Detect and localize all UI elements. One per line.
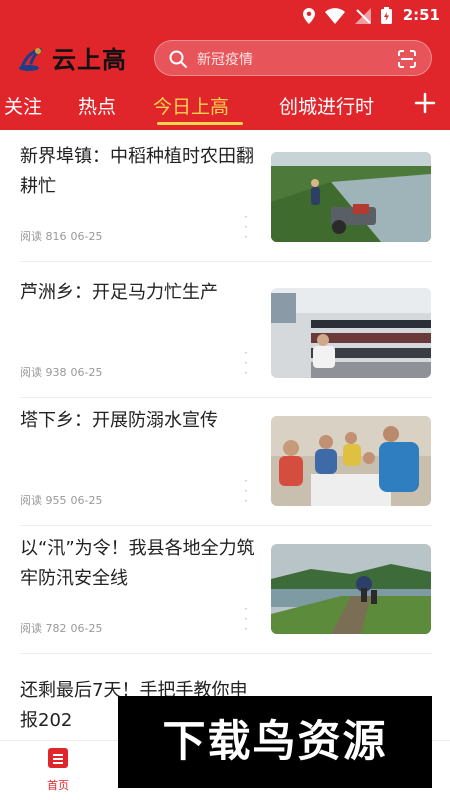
publish-date: 06-25	[70, 622, 103, 635]
read-count: 阅读 955	[20, 494, 67, 507]
article-title: 芦洲乡：开足马力忙生产	[20, 282, 218, 303]
publish-date: 06-25	[70, 366, 103, 379]
add-tab-icon[interactable]	[414, 92, 436, 114]
list-item[interactable]: 新界埠镇：中稻种植时农田翻耕忙 阅读 816 06-25 · · ·	[20, 130, 432, 262]
publish-date: 06-25	[70, 230, 103, 243]
read-count: 阅读 938	[20, 366, 67, 379]
article-title: 以“汛”为令！我县各地全力筑牢防汛安全线	[20, 538, 255, 589]
list-item[interactable]: 以“汛”为令！我县各地全力筑牢防汛安全线 阅读 782 06-25 · · ·	[20, 522, 432, 654]
article-meta: 阅读 816 06-25	[20, 228, 102, 244]
article-title: 新界埠镇：中稻种植时农田翻耕忙	[20, 146, 254, 197]
list-divider	[20, 261, 432, 262]
search-icon	[169, 50, 187, 68]
wifi-icon	[325, 7, 345, 24]
scan-icon[interactable]	[397, 49, 417, 69]
article-meta: 阅读 938 06-25	[20, 364, 102, 380]
tab-follow[interactable]: 关注	[4, 92, 42, 119]
article-title: 塔下乡：开展防溺水宣传	[20, 410, 218, 431]
search-bar[interactable]: 新冠疫情	[154, 40, 432, 76]
article-thumbnail	[271, 288, 431, 378]
search-placeholder: 新冠疫情	[197, 52, 253, 68]
article-meta: 阅读 782 06-25	[20, 620, 102, 636]
active-tab-indicator	[157, 122, 243, 125]
logo-icon	[19, 47, 42, 71]
article-thumbnail	[271, 416, 431, 506]
article-thumbnail	[271, 152, 431, 242]
more-options-icon[interactable]: · · ·	[244, 603, 248, 635]
tab-civilized-city[interactable]: 创城进行时	[279, 92, 374, 119]
tab-hot[interactable]: 热点	[78, 92, 116, 119]
more-options-icon[interactable]: · · ·	[244, 211, 248, 243]
more-options-icon[interactable]: · · ·	[244, 475, 248, 507]
nav-home[interactable]: 首页	[40, 747, 76, 793]
nav-home-label: 首页	[47, 779, 69, 792]
app-name: 云上高	[52, 46, 127, 74]
battery-icon	[381, 7, 392, 24]
list-divider	[20, 653, 432, 654]
app-header: 2:51 云上高 新冠疫情 关注 热点 今日上高 创城进行时	[0, 0, 450, 130]
home-icon	[48, 748, 68, 768]
article-thumbnail	[271, 544, 431, 634]
read-count: 阅读 782	[20, 622, 67, 635]
list-item[interactable]: 塔下乡：开展防溺水宣传 阅读 955 06-25 · · ·	[20, 394, 432, 526]
status-bar: 2:51	[0, 0, 450, 32]
tab-today-shanggao[interactable]: 今日上高	[153, 92, 229, 119]
location-icon	[303, 7, 315, 24]
read-count: 阅读 816	[20, 230, 67, 243]
more-options-icon[interactable]: · · ·	[244, 347, 248, 379]
app-logo: 云上高	[16, 40, 127, 75]
watermark-overlay: 下载鸟资源	[118, 696, 432, 788]
signal-off-icon	[355, 7, 371, 24]
news-list: 新界埠镇：中稻种植时农田翻耕忙 阅读 816 06-25 · · · 芦洲乡：开足马力…	[0, 130, 450, 740]
article-meta: 阅读 955 06-25	[20, 492, 102, 508]
status-time: 2:51	[402, 6, 440, 24]
list-item[interactable]: 芦洲乡：开足马力忙生产 阅读 938 06-25 · · ·	[20, 266, 432, 398]
publish-date: 06-25	[70, 494, 103, 507]
